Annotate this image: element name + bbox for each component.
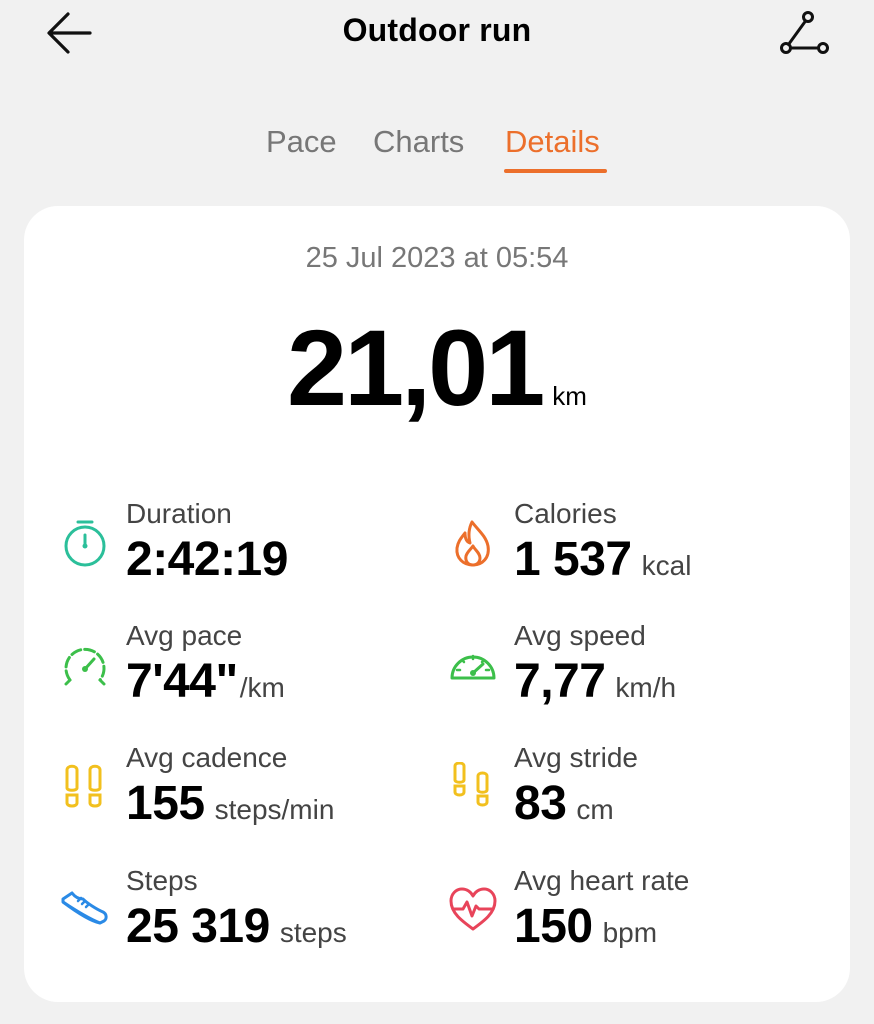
- tab-details[interactable]: Details: [505, 124, 600, 160]
- avg-pace-value-line: 7'44"/km: [126, 654, 285, 709]
- avg-stride-label: Avg stride: [514, 742, 638, 773]
- metric-avg-cadence: Avg cadence 155 steps/min: [60, 742, 420, 842]
- avg-speed-value: 7,77: [514, 655, 606, 708]
- avg-cadence-value-line: 155 steps/min: [126, 776, 334, 831]
- tab-active-indicator: [504, 169, 607, 173]
- distance-unit: km: [552, 381, 587, 411]
- workout-date: 25 Jul 2023 at 05:54: [305, 242, 569, 274]
- stopwatch-icon: [60, 518, 110, 568]
- avg-speed-value-line: 7,77 km/h: [514, 654, 676, 709]
- footprints-icon: [60, 762, 110, 812]
- avg-stride-value: 83: [514, 777, 567, 830]
- avg-pace-label: Avg pace: [126, 620, 243, 651]
- avg-speed-unit: km/h: [615, 672, 677, 703]
- page-title: Outdoor run: [342, 12, 532, 48]
- route-icon: [780, 11, 829, 54]
- metric-avg-stride: Avg stride 83 cm: [448, 742, 808, 842]
- speedometer-icon: [448, 640, 498, 690]
- duration-label: Duration: [126, 498, 232, 529]
- avg-cadence-value: 155: [126, 777, 205, 830]
- heart-rate-icon: [448, 885, 498, 935]
- tab-bar: Pace Charts Details: [0, 124, 874, 176]
- steps-value: 25 319: [126, 900, 270, 953]
- metric-avg-pace: Avg pace 7'44"/km: [60, 620, 420, 720]
- duration-value-line: 2:42:19: [126, 532, 288, 587]
- duration-value: 2:42:19: [126, 533, 288, 586]
- distance-summary: 21,01 km: [24, 314, 850, 422]
- avg-speed-label: Avg speed: [514, 620, 646, 651]
- distance-value: 21,01: [287, 307, 545, 428]
- calories-value-line: 1 537 kcal: [514, 532, 691, 587]
- tab-charts[interactable]: Charts: [373, 124, 464, 160]
- header: Outdoor run: [0, 0, 874, 70]
- metric-duration: Duration 2:42:19: [60, 498, 420, 598]
- avg-stride-value-line: 83 cm: [514, 776, 614, 831]
- steps-value-line: 25 319 steps: [126, 899, 347, 954]
- tab-pace[interactable]: Pace: [266, 124, 337, 160]
- flame-icon: [448, 518, 498, 568]
- avg-stride-unit: cm: [576, 794, 614, 825]
- calories-unit: kcal: [641, 550, 692, 581]
- route-button[interactable]: [778, 10, 830, 58]
- shoe-icon: [60, 885, 110, 935]
- metric-avg-speed: Avg speed 7,77 km/h: [448, 620, 808, 720]
- avg-heart-rate-value-line: 150 bpm: [514, 899, 657, 954]
- avg-pace-value: 7'44": [126, 655, 238, 708]
- metric-calories: Calories 1 537 kcal: [448, 498, 808, 598]
- stride-footprints-icon: [448, 762, 498, 812]
- metric-steps: Steps 25 319 steps: [60, 865, 420, 965]
- avg-heart-rate-label: Avg heart rate: [514, 865, 690, 896]
- metric-avg-heart-rate: Avg heart rate 150 bpm: [448, 865, 808, 965]
- avg-pace-unit: /km: [239, 672, 285, 703]
- steps-label: Steps: [126, 865, 198, 896]
- details-card: 25 Jul 2023 at 05:54 21,01 km Duration 2:…: [24, 206, 850, 1002]
- steps-unit: steps: [279, 917, 347, 948]
- avg-heart-rate-value: 150: [514, 900, 593, 953]
- avg-heart-rate-unit: bpm: [602, 917, 658, 948]
- workout-details-screen: Outdoor run Pace Charts Details 25 Jul 2…: [0, 0, 874, 1024]
- avg-cadence-label: Avg cadence: [126, 742, 288, 773]
- calories-value: 1 537: [514, 533, 632, 586]
- avg-cadence-unit: steps/min: [214, 794, 335, 825]
- calories-label: Calories: [514, 498, 617, 529]
- pace-gauge-icon: [60, 640, 110, 690]
